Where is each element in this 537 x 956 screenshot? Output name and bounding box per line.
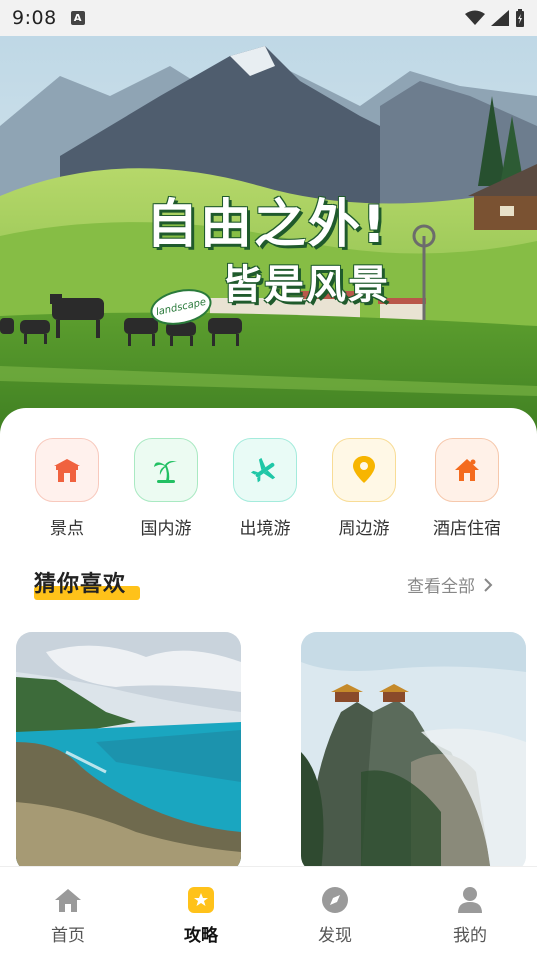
location-pin-icon [332,438,396,502]
category-label: 出境游 [239,519,291,539]
see-all-label: 查看全部 [407,577,475,597]
person-icon [455,885,485,915]
tab-label: 我的 [453,926,487,946]
hero-banner[interactable]: 自由之外! landscape 皆是风景 [0,36,537,436]
airplane-icon [233,438,297,502]
mountain-temple-photo [301,632,526,872]
chevron-right-icon [484,577,493,592]
recommend-title-wrap: 猜你喜欢 [34,566,140,600]
category-outbound[interactable]: 出境游 [220,438,310,539]
recommend-card[interactable] [16,632,241,872]
category-label: 国内游 [140,519,192,539]
palm-tree-icon [134,438,198,502]
status-indicators [465,9,525,27]
status-time: 9:08 [12,7,57,29]
tab-mine[interactable]: 我的 [435,885,505,946]
recommend-header: 猜你喜欢 查看全部 [0,566,537,606]
status-bar: 9:08 A [0,0,537,36]
star-badge-icon [186,885,216,915]
category-row: 景点 国内游 出境游 周边游 酒店住宿 [0,438,537,548]
coastline-photo [16,632,241,872]
house-icon [435,438,499,502]
recommend-title: 猜你喜欢 [34,572,127,597]
temple-icon [35,438,99,502]
recommend-card[interactable] [301,632,526,872]
category-label: 酒店住宿 [433,519,501,539]
category-hotel[interactable]: 酒店住宿 [422,438,512,539]
tab-label: 首页 [51,926,85,946]
notification-icon: A [70,11,85,25]
signal-icon [491,10,509,26]
tab-discover[interactable]: 发现 [300,885,370,946]
home-icon [53,885,83,915]
see-all-link[interactable]: 查看全部 [407,572,493,597]
category-label: 景点 [50,519,84,539]
category-label: 周边游 [338,519,390,539]
category-nearby[interactable]: 周边游 [319,438,409,539]
battery-icon [516,9,524,27]
tab-home[interactable]: 首页 [33,885,103,946]
hero-title-line1: 自由之外! [146,195,388,255]
app-screen: 9:08 A 自由之外! landscape 皆是风景 景点 国内游 出境游 周… [0,0,537,956]
bottom-tab-bar: 首页 攻略 发现 我的 [0,866,537,956]
wifi-icon [465,10,485,25]
tab-label: 发现 [318,926,352,946]
tab-guide[interactable]: 攻略 [166,885,236,946]
category-domestic[interactable]: 国内游 [121,438,211,539]
category-scenic-spot[interactable]: 景点 [22,438,112,539]
compass-icon [320,885,350,915]
hero-title-line2: 皆是风景 [222,262,390,308]
tab-label: 攻略 [184,926,218,946]
